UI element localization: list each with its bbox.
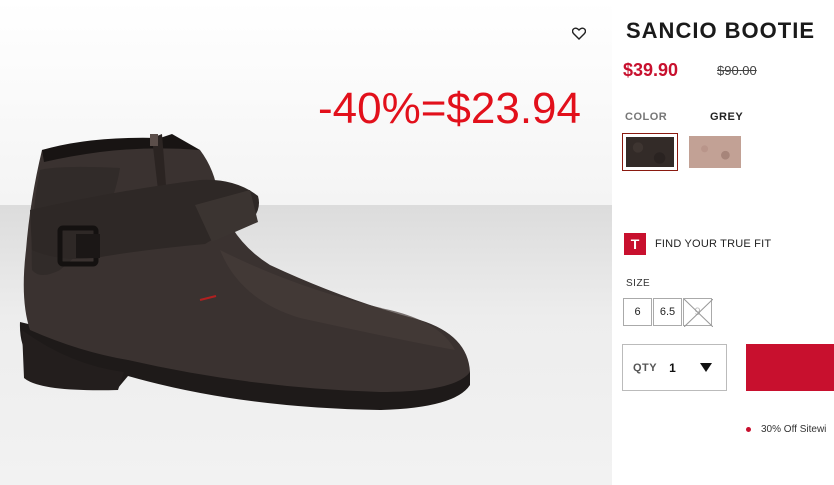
quantity-label: QTY [633, 361, 658, 374]
truefit-label: FIND YOUR TRUE FIT [655, 238, 772, 250]
wishlist-button[interactable] [568, 22, 590, 44]
color-swatch-grey[interactable] [687, 133, 743, 171]
size-option-9-unavailable[interactable]: 9 [683, 298, 713, 327]
size-option-6[interactable]: 6 [623, 298, 652, 326]
truefit-link[interactable]: T FIND YOUR TRUE FIT [624, 233, 771, 255]
add-to-bag-button[interactable] [746, 344, 834, 391]
original-price: $90.00 [717, 63, 757, 78]
bullet-dot-icon [746, 427, 751, 432]
size-options: 6 6.5 9 [623, 298, 713, 327]
discount-overlay-text: -40%=$23.94 [318, 84, 581, 133]
sitewide-promo-text: 30% Off Sitewi [761, 424, 827, 435]
quantity-select[interactable]: QTY 1 [622, 344, 727, 391]
color-label: COLOR [625, 111, 668, 123]
sitewide-promo: 30% Off Sitewi [746, 424, 826, 435]
heart-icon [572, 27, 586, 40]
size-label: SIZE [626, 278, 651, 289]
color-selected-value: GREY [710, 111, 744, 123]
truefit-icon: T [624, 233, 646, 255]
product-details-panel: SANCIO BOOTIE $39.90 $90.00 COLOR GREY T… [612, 0, 834, 485]
quantity-value: 1 [669, 360, 676, 375]
size-option-6-5[interactable]: 6.5 [653, 298, 682, 326]
product-title: SANCIO BOOTIE [626, 18, 816, 43]
sale-price: $39.90 [623, 60, 679, 80]
unavailable-cross-icon [684, 299, 713, 327]
boot-illustration [19, 134, 470, 410]
color-swatch-dark-brown[interactable] [622, 133, 678, 171]
caret-down-icon [699, 363, 712, 372]
product-image[interactable] [0, 0, 612, 485]
